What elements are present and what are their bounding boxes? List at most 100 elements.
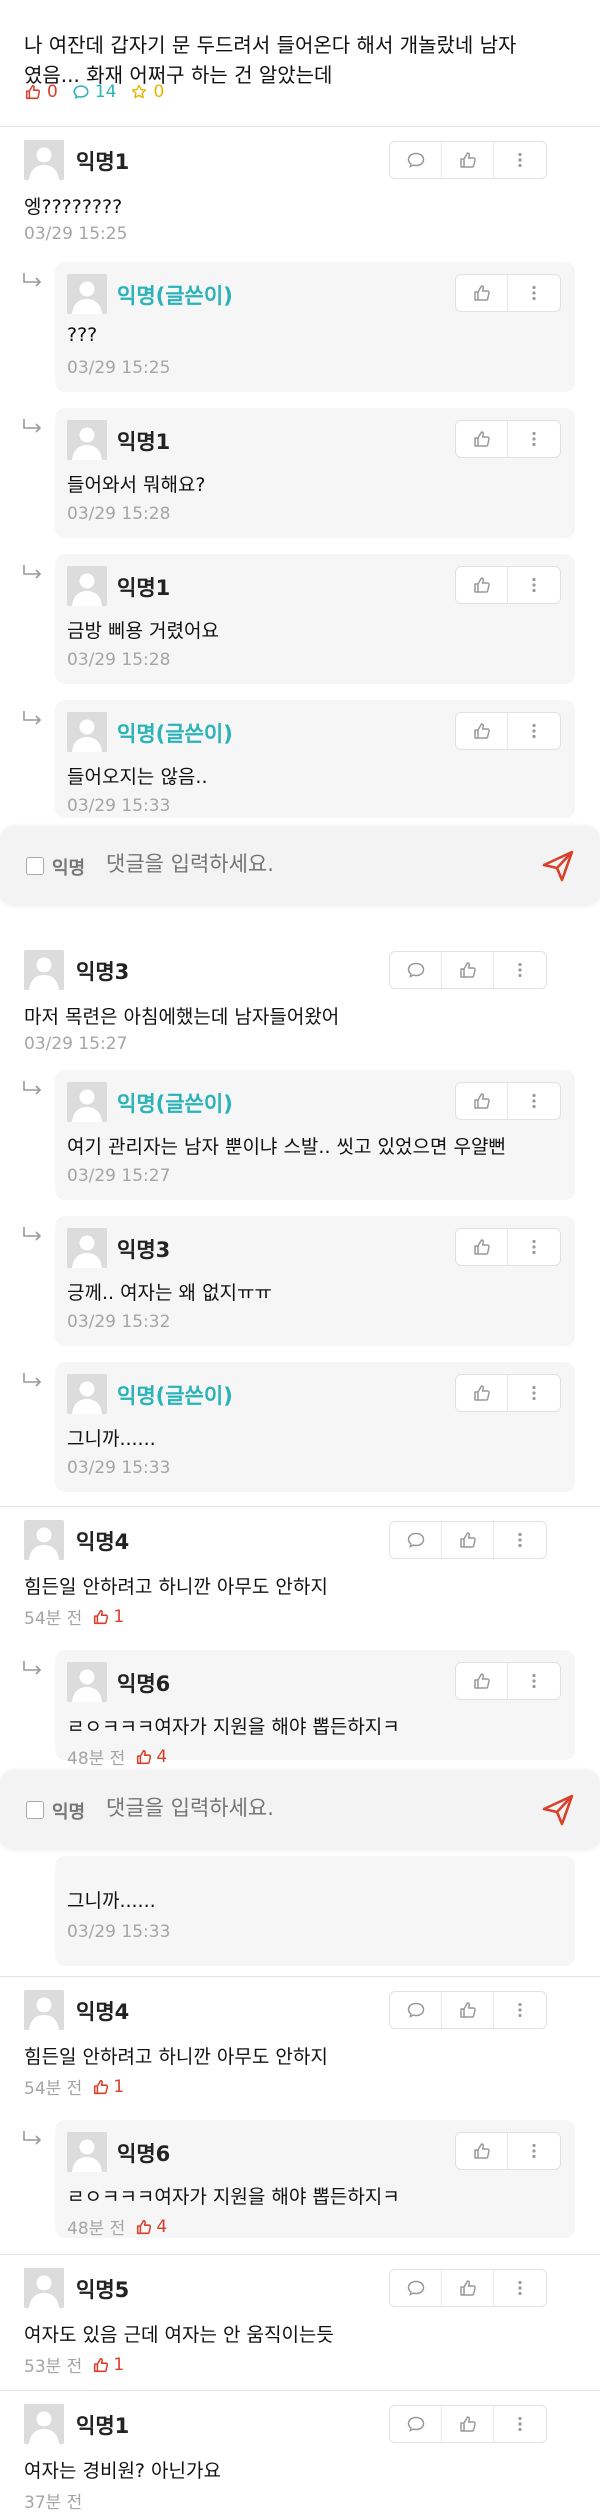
anonymous-checkbox[interactable] xyxy=(26,857,44,875)
more-vertical-icon xyxy=(510,2278,530,2298)
like-button[interactable] xyxy=(442,1522,494,1558)
comment: 익명1 여자는 경비원? 아닌가요 37분 전 xyxy=(24,2404,574,2514)
like-button[interactable] xyxy=(442,952,494,988)
reply-button[interactable] xyxy=(390,142,442,178)
like-button[interactable] xyxy=(442,2270,494,2306)
reply-actions xyxy=(455,1082,561,1120)
comment-input[interactable] xyxy=(106,852,506,876)
more-vertical-icon xyxy=(524,1091,544,1111)
reply-time: 03/29 15:28 xyxy=(67,504,171,524)
thumbs-up-icon xyxy=(472,721,492,741)
like-button[interactable] xyxy=(456,275,508,311)
reply-button[interactable] xyxy=(390,952,442,988)
thumbs-up-icon xyxy=(92,2078,110,2096)
reply: 익명6 ㄹㅇㅋㅋㅋ여자가 지원을 해야 뽑든하지ㅋ 48분 전4 xyxy=(55,2120,575,2239)
reply-button[interactable] xyxy=(390,1992,442,2028)
reply: 익명1 금방 삐용 거렸어요 03/29 15:28 xyxy=(55,554,575,684)
avatar xyxy=(24,2268,64,2308)
reply-time: 03/29 15:33 xyxy=(67,1458,171,1478)
post-text-line: 나 여잔데 갑자기 문 두드려서 들어온다 해서 개놀랐네 남자 xyxy=(24,33,517,57)
speech-bubble-icon xyxy=(406,2278,426,2298)
reply-author: 익명(글쓴이) xyxy=(117,722,233,746)
thumbs-up-icon xyxy=(472,429,492,449)
more-button[interactable] xyxy=(494,1522,546,1558)
thumbs-up-icon xyxy=(472,1237,492,1257)
reply-author: 익명(글쓴이) xyxy=(117,1384,233,1408)
like-button[interactable] xyxy=(456,1663,508,1699)
more-button[interactable] xyxy=(508,1229,560,1265)
more-button[interactable] xyxy=(494,952,546,988)
divider xyxy=(0,2254,600,2255)
comment-actions xyxy=(389,951,547,989)
comment-author: 익명1 xyxy=(76,2414,130,2438)
comment-actions xyxy=(389,2405,547,2443)
avatar xyxy=(67,1374,107,1414)
more-button[interactable] xyxy=(508,275,560,311)
reply-button[interactable] xyxy=(390,2406,442,2442)
like-button[interactable] xyxy=(442,142,494,178)
more-button[interactable] xyxy=(494,1992,546,2028)
thumbs-up-icon xyxy=(92,2356,110,2374)
more-button[interactable] xyxy=(508,713,560,749)
avatar xyxy=(24,1990,64,2030)
more-button[interactable] xyxy=(508,567,560,603)
send-icon[interactable] xyxy=(540,1792,576,1828)
reply-button[interactable] xyxy=(390,2270,442,2306)
more-button[interactable] xyxy=(508,1083,560,1119)
like-button[interactable] xyxy=(456,1229,508,1265)
speech-bubble-icon xyxy=(406,150,426,170)
like-button[interactable] xyxy=(456,567,508,603)
like-button[interactable] xyxy=(442,1992,494,2028)
more-button[interactable] xyxy=(494,142,546,178)
avatar xyxy=(67,1662,107,1702)
comment-time: 03/29 15:25 xyxy=(24,224,128,244)
like-button[interactable] xyxy=(456,1375,508,1411)
send-icon[interactable] xyxy=(540,848,576,884)
reply-time: 03/29 15:27 xyxy=(67,1166,171,1186)
more-button[interactable] xyxy=(508,1375,560,1411)
thumbs-up-icon xyxy=(472,575,492,595)
speech-bubble-icon xyxy=(406,2000,426,2020)
like-button[interactable] xyxy=(456,2133,508,2169)
thumbs-up-icon xyxy=(458,2414,478,2434)
comment: 익명4 힘든일 안하려고 하니깐 아무도 안하지 54분 전1 xyxy=(24,1990,574,2100)
reply-arrow-icon xyxy=(22,1660,44,1678)
like-button[interactable] xyxy=(442,2406,494,2442)
more-button[interactable] xyxy=(494,2406,546,2442)
comment-text: 여자도 있음 근데 여자는 안 움직이는듯 xyxy=(24,2324,334,2346)
avatar xyxy=(24,950,64,990)
like-button[interactable] xyxy=(456,713,508,749)
reply-text: 그니까...... xyxy=(67,1428,156,1450)
comment-text: 엥???????? xyxy=(24,196,123,218)
avatar xyxy=(24,1520,64,1560)
avatar xyxy=(67,274,107,314)
reply-button[interactable] xyxy=(390,1522,442,1558)
more-vertical-icon xyxy=(510,960,530,980)
reply-arrow-icon xyxy=(22,272,44,290)
avatar xyxy=(67,566,107,606)
more-button[interactable] xyxy=(508,421,560,457)
comment-author: 익명4 xyxy=(76,2000,130,2024)
anonymous-checkbox[interactable] xyxy=(26,1801,44,1819)
reply-text: ??? xyxy=(67,324,98,346)
more-vertical-icon xyxy=(524,1237,544,1257)
comment-input[interactable] xyxy=(106,1796,506,1820)
like-button[interactable] xyxy=(456,1083,508,1119)
comment-actions xyxy=(389,2269,547,2307)
reply-arrow-icon xyxy=(22,1226,44,1244)
thumbs-up-icon xyxy=(25,84,41,100)
thumbs-up-icon xyxy=(135,1748,153,1766)
reply-text: 긍께.. 여자는 왜 없지ㅠㅠ xyxy=(67,1282,272,1304)
comment: 익명5 여자도 있음 근데 여자는 안 움직이는듯 53분 전1 xyxy=(24,2268,574,2378)
reply-author: 익명3 xyxy=(117,1238,171,1262)
thumbs-up-icon xyxy=(135,2218,153,2236)
more-button[interactable] xyxy=(494,2270,546,2306)
more-button[interactable] xyxy=(508,1663,560,1699)
reply-text: ㄹㅇㅋㅋㅋ여자가 지원을 해야 뽑든하지ㅋ xyxy=(67,2186,400,2208)
more-button[interactable] xyxy=(508,2133,560,2169)
post-comment-count: 14 xyxy=(72,82,116,102)
reply: 익명(글쓴이) 들어오지는 않음.. 03/29 15:33 xyxy=(55,700,575,818)
like-button[interactable] xyxy=(456,421,508,457)
divider xyxy=(0,126,600,127)
comment-author: 익명5 xyxy=(76,2278,130,2302)
